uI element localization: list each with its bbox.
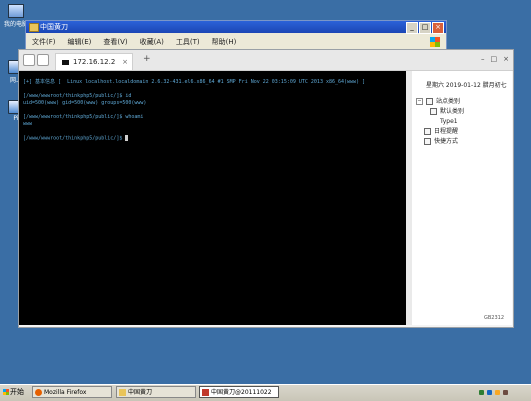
tree-node-label: 快捷方式 (434, 138, 459, 145)
task-label: Mozilla Firefox (44, 389, 87, 396)
tab-terminal[interactable]: 172.16.12.2 × (55, 53, 133, 70)
site-tree: − 站点类别 默认类别 Type1 日程提醒 快捷方式 (416, 97, 464, 147)
menu-help[interactable]: 帮助(H) (212, 37, 237, 47)
menu-favorites[interactable]: 收藏(A) (140, 37, 164, 47)
windows-logo-icon (430, 37, 440, 47)
tray-icon[interactable] (487, 390, 492, 395)
tree-node-label: Type1 (440, 118, 458, 125)
terminal-prompt-line[interactable]: [/www/wwwroot/thinkphp5/public/]$ (23, 135, 402, 142)
tray-icon[interactable] (503, 390, 508, 395)
tree-node-type1[interactable]: Type1 (416, 117, 464, 127)
shortcut-icon (424, 138, 431, 145)
folder-icon (29, 23, 39, 32)
terminal-line: uid=500(www) gid=500(www) groups=500(www… (23, 100, 147, 106)
task-terminal[interactable]: 中国黄刀@20111022 (199, 386, 279, 398)
date-display: 星期六 2019-01-12 腊月初七 (426, 82, 507, 89)
menu-bar: 文件(F) 编辑(E) 查看(V) 收藏(A) 工具(T) 帮助(H) (26, 33, 446, 47)
tree-node-default-category[interactable]: 默认类别 (416, 107, 464, 117)
tree-node-shortcuts[interactable]: 快捷方式 (416, 137, 464, 147)
tab-label: 172.16.12.2 (73, 58, 116, 66)
tray-icon[interactable] (479, 390, 484, 395)
folder-icon (430, 108, 437, 115)
start-button[interactable]: 开始 (2, 386, 26, 399)
back-icon[interactable] (23, 54, 35, 66)
close-button[interactable]: × (503, 55, 509, 63)
tree-node-schedule[interactable]: 日程提醒 (416, 127, 464, 137)
terminal-output[interactable]: [+] 基本信息 [ Linux localhost.localdomain 2… (19, 71, 406, 325)
terminal-icon (62, 59, 69, 65)
tab-bar: 172.16.12.2 × + – □ × (19, 50, 513, 71)
menu-edit[interactable]: 编辑(E) (68, 37, 92, 47)
explorer-title: 中国黄刀 (40, 23, 68, 31)
close-button[interactable]: × (432, 22, 444, 34)
tree-node-label: 日程提醒 (434, 128, 459, 135)
calendar-icon (424, 128, 431, 135)
tab-close-icon[interactable]: × (122, 54, 128, 70)
terminal-window: 172.16.12.2 × + – □ × [+] 基本信息 [ Linux l… (18, 49, 514, 328)
menu-tools[interactable]: 工具(T) (176, 37, 200, 47)
app-icon (202, 389, 209, 396)
task-label: 中国黄刀 (128, 389, 153, 396)
terminal-line: [/www/wwwroot/thinkphp5/public/]$ id (23, 93, 132, 99)
collapse-toggle-icon[interactable]: − (416, 98, 423, 105)
explorer-titlebar[interactable]: 中国黄刀 _ □ × (26, 21, 446, 34)
tree-node-label: 站点类别 (436, 98, 461, 105)
encoding-label: GB2312 (483, 315, 504, 321)
sidebar-panel: 星期六 2019-01-12 腊月初七 − 站点类别 默认类别 Type1 日程提… (412, 71, 512, 325)
taskbar: 开始 Mozilla Firefox 中国黄刀 中国黄刀@20111022 (0, 384, 531, 401)
maximize-button[interactable]: □ (419, 22, 431, 34)
tree-node-site-category[interactable]: − 站点类别 (416, 97, 464, 107)
folder-icon (119, 389, 126, 396)
tray-icon[interactable] (495, 390, 500, 395)
task-label: 中国黄刀@20111022 (211, 389, 272, 396)
menu-file[interactable]: 文件(F) (32, 37, 56, 47)
terminal-line: www (23, 121, 33, 127)
minimize-button[interactable]: _ (406, 22, 418, 34)
system-tray (476, 386, 531, 399)
firefox-icon (35, 389, 42, 396)
maximize-button[interactable]: □ (491, 55, 498, 63)
menu-view[interactable]: 查看(V) (103, 37, 127, 47)
terminal-line: [+] 基本信息 [ Linux localhost.localdomain 2… (23, 79, 366, 85)
category-icon (426, 98, 433, 105)
minimize-button[interactable]: – (481, 55, 485, 63)
computer-icon (8, 4, 24, 18)
task-firefox[interactable]: Mozilla Firefox (32, 386, 112, 398)
terminal-prompt: [/www/wwwroot/thinkphp5/public/]$ (23, 135, 126, 142)
tree-node-label: 默认类别 (440, 108, 465, 115)
refresh-icon[interactable] (37, 54, 49, 66)
terminal-line: [/www/wwwroot/thinkphp5/public/]$ whoami (23, 114, 144, 120)
text-cursor (125, 135, 129, 141)
task-explorer[interactable]: 中国黄刀 (116, 386, 196, 398)
new-tab-button[interactable]: + (143, 54, 151, 64)
